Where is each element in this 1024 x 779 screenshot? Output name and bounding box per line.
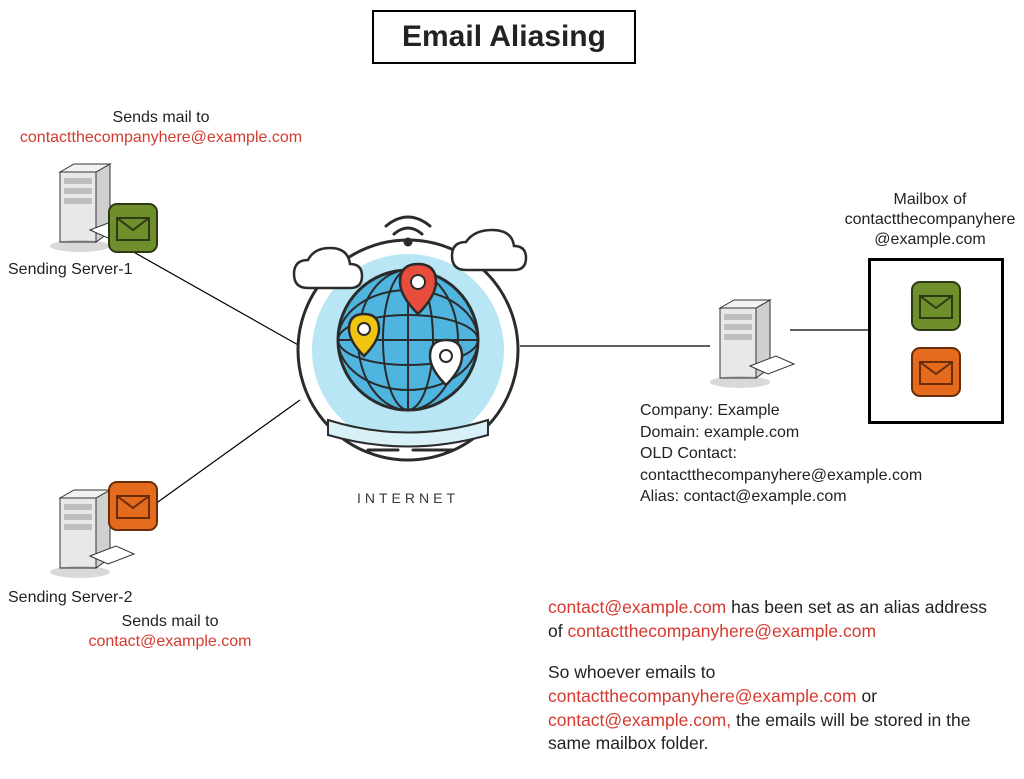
sender2-sends-email: contact@example.com bbox=[89, 633, 252, 650]
domain-value: example.com bbox=[704, 424, 799, 441]
internet-globe-icon bbox=[268, 190, 548, 480]
page-title-box: Email Aliasing bbox=[372, 10, 636, 64]
explanation-block: contact@example.com has been set as an a… bbox=[548, 596, 998, 756]
sender1-label: Sending Server-1 bbox=[8, 260, 168, 280]
mailbox-envelope-orange-icon bbox=[909, 345, 963, 399]
mailbox-header-prefix: Mailbox of bbox=[894, 191, 967, 208]
old-contact-label: OLD Contact: bbox=[640, 443, 950, 465]
explain-line2-prefix: So whoever emails to bbox=[548, 662, 715, 682]
mailbox-header-email: contactthecompanyhere@example.com bbox=[845, 211, 1016, 248]
receiving-server-icon bbox=[700, 296, 800, 406]
explanation-line1: contact@example.com has been set as an a… bbox=[548, 596, 998, 643]
internet-label: INTERNET bbox=[318, 490, 498, 506]
domain-label: Domain: bbox=[640, 424, 704, 441]
alias-value: contact@example.com bbox=[684, 488, 847, 505]
explain-main-email-1: contactthecompanyhere@example.com bbox=[567, 621, 876, 641]
company-label: Company: bbox=[640, 402, 717, 419]
sender2-caption: Sends mail to contact@example.com bbox=[60, 612, 280, 652]
mailbox-envelope-green-icon bbox=[909, 279, 963, 333]
sender2-label: Sending Server-2 bbox=[8, 588, 168, 608]
domain-line: Domain: example.com bbox=[640, 422, 950, 444]
explain-alias-email: contact@example.com bbox=[548, 597, 726, 617]
page-title: Email Aliasing bbox=[402, 20, 606, 53]
alias-label: Alias: bbox=[640, 488, 684, 505]
sender1-sends-email: contactthecompanyhere@example.com bbox=[20, 129, 302, 146]
old-contact-value: contactthecompanyhere@example.com bbox=[640, 465, 950, 487]
mailbox-header: Mailbox of contactthecompanyhere@example… bbox=[840, 190, 1020, 250]
explanation-line2: So whoever emails to contactthecompanyhe… bbox=[548, 661, 998, 756]
sender2-sends-prefix: Sends mail to bbox=[122, 613, 219, 630]
mailbox-frame bbox=[868, 258, 1004, 424]
spacer bbox=[548, 643, 998, 661]
envelope-orange-icon bbox=[105, 478, 161, 534]
alias-line: Alias: contact@example.com bbox=[640, 486, 950, 508]
explain-alias-email-2: contact@example.com bbox=[548, 710, 726, 730]
explain-or: or bbox=[857, 686, 877, 706]
sender1-sends-prefix: Sends mail to bbox=[113, 109, 210, 126]
sender1-caption: Sends mail to contactthecompanyhere@exam… bbox=[6, 108, 316, 148]
envelope-green-icon bbox=[105, 200, 161, 256]
explain-main-email-2: contactthecompanyhere@example.com bbox=[548, 686, 857, 706]
company-value: Example bbox=[717, 402, 779, 419]
